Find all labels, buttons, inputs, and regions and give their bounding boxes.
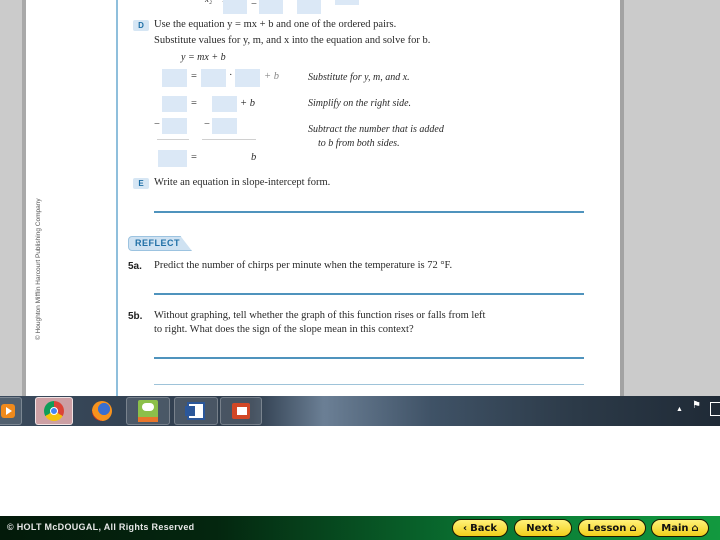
- taskbar-media-player[interactable]: [0, 397, 22, 425]
- answer-box-top-1[interactable]: [223, 0, 247, 14]
- minus-sign-top: −: [251, 0, 257, 10]
- taskbar-powerpoint[interactable]: [220, 397, 262, 425]
- taskbar-firefox[interactable]: [81, 397, 123, 425]
- lesson-button-label: Lesson: [587, 522, 627, 534]
- row3-minus-right: −: [204, 119, 210, 130]
- word-icon: [185, 402, 205, 420]
- question-5b-line1: Without graphing, tell whether the graph…: [154, 310, 486, 321]
- answer-box-y[interactable]: [162, 69, 187, 87]
- question-5a-number: 5a.: [128, 261, 142, 272]
- next-button[interactable]: Next ›: [514, 519, 572, 537]
- answer-box-row3-right[interactable]: [212, 118, 237, 134]
- answer-box-row3-left[interactable]: [162, 118, 187, 134]
- footer-copyright: © HOLT McDOUGAL, All Rights Reserved: [7, 522, 195, 532]
- taskbar-chrome[interactable]: [35, 397, 73, 425]
- question-5a-answer-line[interactable]: [154, 293, 584, 295]
- row1-dot: ·: [229, 70, 233, 81]
- taskbar: ▲ ⚑: [0, 396, 720, 426]
- chrome-icon: [44, 401, 64, 421]
- row3-note-line2: to b from both sides.: [318, 138, 400, 149]
- media-player-icon: [1, 404, 15, 418]
- answer-box-m[interactable]: [201, 69, 226, 87]
- chat-icon: [138, 400, 158, 422]
- step-e-text: Write an equation in slope-intercept for…: [154, 177, 331, 188]
- row1-equals: =: [191, 71, 197, 82]
- answer-box-top-3[interactable]: [297, 0, 321, 14]
- answer-box-row2-left[interactable]: [162, 96, 187, 112]
- step-e-answer-line[interactable]: [154, 211, 584, 213]
- row2-equals: =: [191, 98, 197, 109]
- question-5b-answer-line-1[interactable]: [154, 357, 584, 359]
- question-5a-text: Predict the number of chirps per minute …: [154, 260, 453, 271]
- main-button-label: Main: [661, 522, 689, 534]
- screen: © Houghton Mifflin Harcourt Publishing C…: [0, 0, 720, 540]
- row2-plus-b: + b: [240, 98, 255, 109]
- firefox-icon: [92, 401, 112, 421]
- step-d-line1: Use the equation y = mx + b and one of t…: [154, 19, 397, 30]
- question-5b-line2: to right. What does the sign of the slop…: [154, 324, 414, 335]
- row1-plus-b: + b: [264, 71, 279, 82]
- question-5b-number: 5b.: [128, 311, 143, 322]
- step-d-badge: D: [133, 20, 149, 31]
- question-5b-answer-line-2[interactable]: [154, 384, 584, 385]
- next-button-label: Next: [526, 522, 553, 534]
- chevron-right-icon: ›: [555, 522, 560, 534]
- flag-icon: ⚑: [692, 400, 701, 411]
- equation-general: y = mx + b: [181, 52, 226, 63]
- answer-box-b[interactable]: [158, 150, 187, 167]
- home-icon: ⌂: [629, 522, 637, 534]
- answer-box-x[interactable]: [235, 69, 260, 87]
- tray-action-center-flag-icon[interactable]: ⚑: [692, 400, 701, 411]
- answer-box-top-4[interactable]: [335, 0, 359, 5]
- document-viewer[interactable]: © Houghton Mifflin Harcourt Publishing C…: [0, 0, 720, 396]
- side-copyright: © Houghton Mifflin Harcourt Publishing C…: [35, 198, 42, 340]
- taskbar-word[interactable]: [174, 397, 218, 425]
- row2-note: Simplify on the right side.: [308, 98, 412, 109]
- chevron-left-icon: ‹: [462, 522, 468, 534]
- footer-nav-bar: © HOLT McDOUGAL, All Rights Reserved ‹ B…: [0, 516, 720, 540]
- tray-expand-icon[interactable]: ▲: [676, 406, 683, 413]
- step-e-badge: E: [133, 178, 149, 189]
- main-button[interactable]: Main ⌂: [651, 519, 709, 537]
- answer-box-top-2[interactable]: [259, 0, 283, 14]
- margin-rule: [116, 0, 118, 396]
- back-button[interactable]: ‹ Back: [452, 519, 508, 537]
- row3-minus-left: −: [154, 119, 160, 130]
- powerpoint-icon: [232, 403, 250, 419]
- row3-note-line1: Subtract the number that is added: [308, 124, 444, 135]
- page-shadow-right: [620, 0, 624, 396]
- answer-box-row2-right[interactable]: [212, 96, 237, 112]
- back-button-label: Back: [470, 522, 498, 534]
- taskbar-tabs-app[interactable]: [126, 397, 170, 425]
- row1-note: Substitute for y, m, and x.: [308, 72, 410, 83]
- row4-equals: =: [191, 152, 197, 163]
- lesson-button[interactable]: Lesson ⌂: [578, 519, 646, 537]
- home-icon: ⌂: [691, 522, 699, 534]
- step-d-line2: Substitute values for y, m, and x into t…: [154, 35, 431, 46]
- network-icon[interactable]: [710, 402, 720, 416]
- row3-underline-right: [202, 139, 256, 140]
- row3-underline-left: [157, 139, 189, 140]
- row4-b: b: [251, 152, 257, 163]
